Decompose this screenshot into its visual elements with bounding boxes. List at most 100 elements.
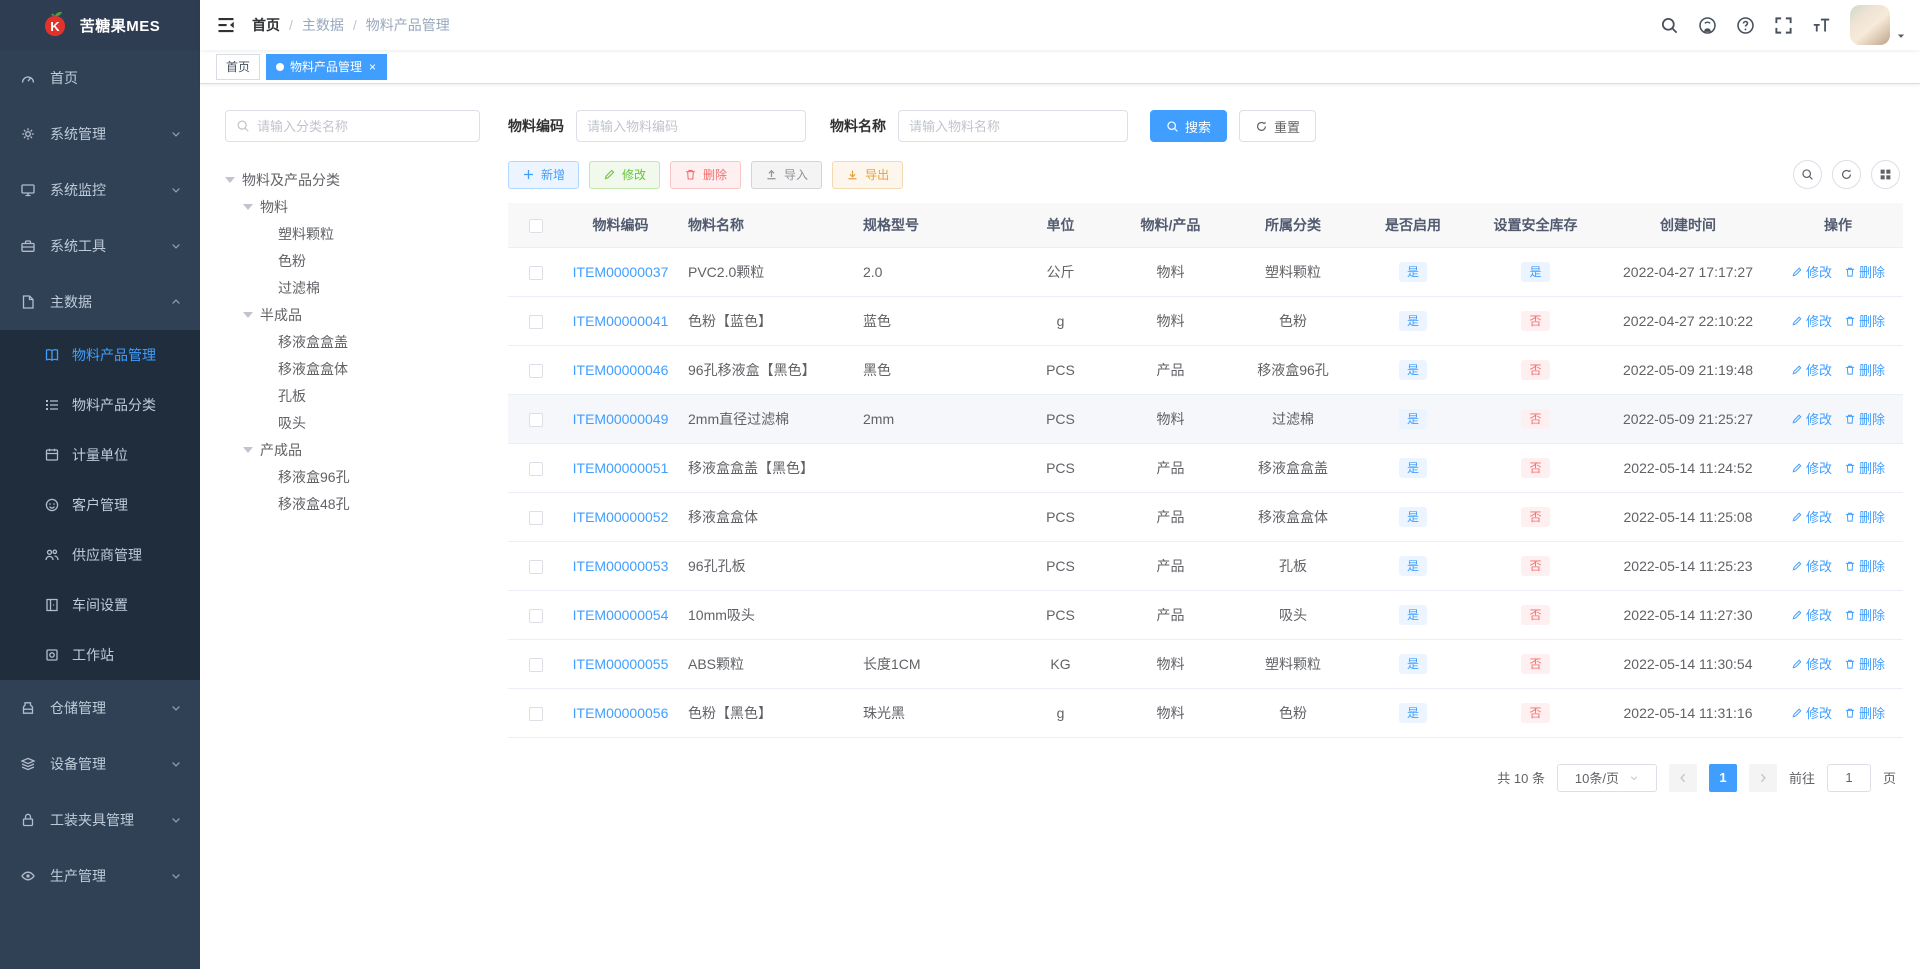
tree-node[interactable]: 物料及产品分类 <box>225 166 480 193</box>
sidebar-item-system-monitor[interactable]: 系统监控 <box>0 162 200 218</box>
row-edit-link[interactable]: 修改 <box>1791 311 1832 330</box>
prev-page-button[interactable] <box>1668 763 1697 792</box>
page-size-select[interactable]: 10条/页 <box>1556 763 1657 792</box>
row-delete-link[interactable]: 删除 <box>1844 605 1885 624</box>
sidebar-item-customer-mgmt[interactable]: 客户管理 <box>0 480 200 530</box>
tree-node[interactable]: 移液盒盒体 <box>225 355 480 382</box>
tree-node[interactable]: 移液盒96孔 <box>225 463 480 490</box>
edit-button[interactable]: 修改 <box>589 160 661 189</box>
sidebar-item-master-data[interactable]: 主数据 <box>0 274 200 330</box>
sidebar-item-supplier-mgmt[interactable]: 供应商管理 <box>0 530 200 580</box>
row-edit-link[interactable]: 修改 <box>1791 703 1832 722</box>
tree-node[interactable]: 色粉 <box>225 247 480 274</box>
delete-button[interactable]: 删除 <box>670 160 742 189</box>
material-code-link[interactable]: ITEM00000051 <box>573 460 669 476</box>
add-button[interactable]: 新增 <box>508 160 580 189</box>
row-delete-link[interactable]: 删除 <box>1844 703 1885 722</box>
row-edit-link[interactable]: 修改 <box>1791 360 1832 379</box>
tab-close-icon[interactable]: × <box>368 61 377 73</box>
row-checkbox[interactable] <box>528 559 543 574</box>
material-code-link[interactable]: ITEM00000037 <box>573 264 669 280</box>
sidebar-item-system-admin[interactable]: 系统管理 <box>0 106 200 162</box>
tree-node[interactable]: 物料 <box>225 193 480 220</box>
row-checkbox[interactable] <box>528 412 543 427</box>
row-edit-link[interactable]: 修改 <box>1791 409 1832 428</box>
row-edit-link[interactable]: 修改 <box>1791 262 1832 281</box>
row-checkbox[interactable] <box>528 265 543 280</box>
sidebar-item-home[interactable]: 首页 <box>0 50 200 106</box>
tree-expand-caret-icon[interactable] <box>243 203 253 210</box>
goto-page-input[interactable] <box>1826 763 1871 792</box>
tree-node[interactable]: 吸头 <box>225 409 480 436</box>
row-delete-link[interactable]: 删除 <box>1844 360 1885 379</box>
row-edit-link[interactable]: 修改 <box>1791 605 1832 624</box>
tree-node[interactable]: 移液盒盒盖 <box>225 328 480 355</box>
row-edit-link[interactable]: 修改 <box>1791 507 1832 526</box>
row-delete-link[interactable]: 删除 <box>1844 262 1885 281</box>
tree-node[interactable]: 塑料颗粒 <box>225 220 480 247</box>
search-button[interactable]: 搜索 <box>1150 110 1228 142</box>
toolbar-columns-button[interactable] <box>1871 160 1900 189</box>
material-code-link[interactable]: ITEM00000053 <box>573 558 669 574</box>
sidebar-item-material-product-category[interactable]: 物料产品分类 <box>0 380 200 430</box>
row-checkbox[interactable] <box>528 608 543 623</box>
row-checkbox[interactable] <box>528 314 543 329</box>
tree-expand-caret-icon[interactable] <box>243 311 253 318</box>
tree-node[interactable]: 半成品 <box>225 301 480 328</box>
user-menu[interactable] <box>1850 5 1906 45</box>
row-checkbox[interactable] <box>528 510 543 525</box>
import-button[interactable]: 导入 <box>751 160 823 189</box>
material-code-link[interactable]: ITEM00000055 <box>573 656 669 672</box>
row-checkbox[interactable] <box>528 706 543 721</box>
material-code-link[interactable]: ITEM00000046 <box>573 362 669 378</box>
sidebar-item-workshop-settings[interactable]: 车间设置 <box>0 580 200 630</box>
sidebar-item-production-mgmt[interactable]: 生产管理 <box>0 848 200 904</box>
sidebar-item-material-product-mgmt[interactable]: 物料产品管理 <box>0 330 200 380</box>
current-page-button[interactable]: 1 <box>1708 763 1737 792</box>
tree-node[interactable]: 孔板 <box>225 382 480 409</box>
breadcrumb-item[interactable]: 首页 <box>252 15 280 35</box>
navbar-fullscreen-button[interactable] <box>1766 0 1800 50</box>
navbar-font-size-button[interactable] <box>1804 0 1838 50</box>
navbar-search-button[interactable] <box>1652 0 1686 50</box>
material-code-link[interactable]: ITEM00000052 <box>573 509 669 525</box>
row-edit-link[interactable]: 修改 <box>1791 458 1832 477</box>
sidebar-item-workstation[interactable]: 工作站 <box>0 630 200 680</box>
sidebar-item-unit-of-measure[interactable]: 计量单位 <box>0 430 200 480</box>
row-delete-link[interactable]: 删除 <box>1844 409 1885 428</box>
material-code-link[interactable]: ITEM00000054 <box>573 607 669 623</box>
tree-node[interactable]: 产成品 <box>225 436 480 463</box>
row-delete-link[interactable]: 删除 <box>1844 556 1885 575</box>
sidebar-item-system-tools[interactable]: 系统工具 <box>0 218 200 274</box>
sidebar-item-warehouse-mgmt[interactable]: 仓储管理 <box>0 680 200 736</box>
row-delete-link[interactable]: 删除 <box>1844 654 1885 673</box>
next-page-button[interactable] <box>1748 763 1777 792</box>
row-delete-link[interactable]: 删除 <box>1844 458 1885 477</box>
material-code-link[interactable]: ITEM00000056 <box>573 705 669 721</box>
tab-active[interactable]: 物料产品管理 × <box>266 53 388 80</box>
sidebar-item-fixture-mgmt[interactable]: 工装夹具管理 <box>0 792 200 848</box>
material-code-input[interactable] <box>587 118 795 134</box>
row-edit-link[interactable]: 修改 <box>1791 556 1832 575</box>
row-checkbox[interactable] <box>528 657 543 672</box>
row-checkbox[interactable] <box>528 363 543 378</box>
row-delete-link[interactable]: 删除 <box>1844 311 1885 330</box>
tree-node[interactable]: 移液盒48孔 <box>225 490 480 517</box>
toolbar-refresh-button[interactable] <box>1832 160 1861 189</box>
export-button[interactable]: 导出 <box>832 160 904 189</box>
material-code-link[interactable]: ITEM00000049 <box>573 411 669 427</box>
reset-button[interactable]: 重置 <box>1239 110 1317 142</box>
tree-node[interactable]: 过滤棉 <box>225 274 480 301</box>
row-checkbox[interactable] <box>528 461 543 476</box>
toolbar-search-button[interactable] <box>1793 160 1822 189</box>
tab-item[interactable]: 首页 <box>216 53 261 80</box>
tree-search-input[interactable] <box>257 118 469 134</box>
select-all-checkbox[interactable] <box>528 218 543 233</box>
sidebar-toggle-icon[interactable] <box>216 15 236 35</box>
tree-expand-caret-icon[interactable] <box>225 176 235 183</box>
material-code-link[interactable]: ITEM00000041 <box>573 313 669 329</box>
navbar-help-button[interactable] <box>1728 0 1762 50</box>
row-edit-link[interactable]: 修改 <box>1791 654 1832 673</box>
sidebar-item-equipment-mgmt[interactable]: 设备管理 <box>0 736 200 792</box>
material-name-input[interactable] <box>909 118 1117 134</box>
